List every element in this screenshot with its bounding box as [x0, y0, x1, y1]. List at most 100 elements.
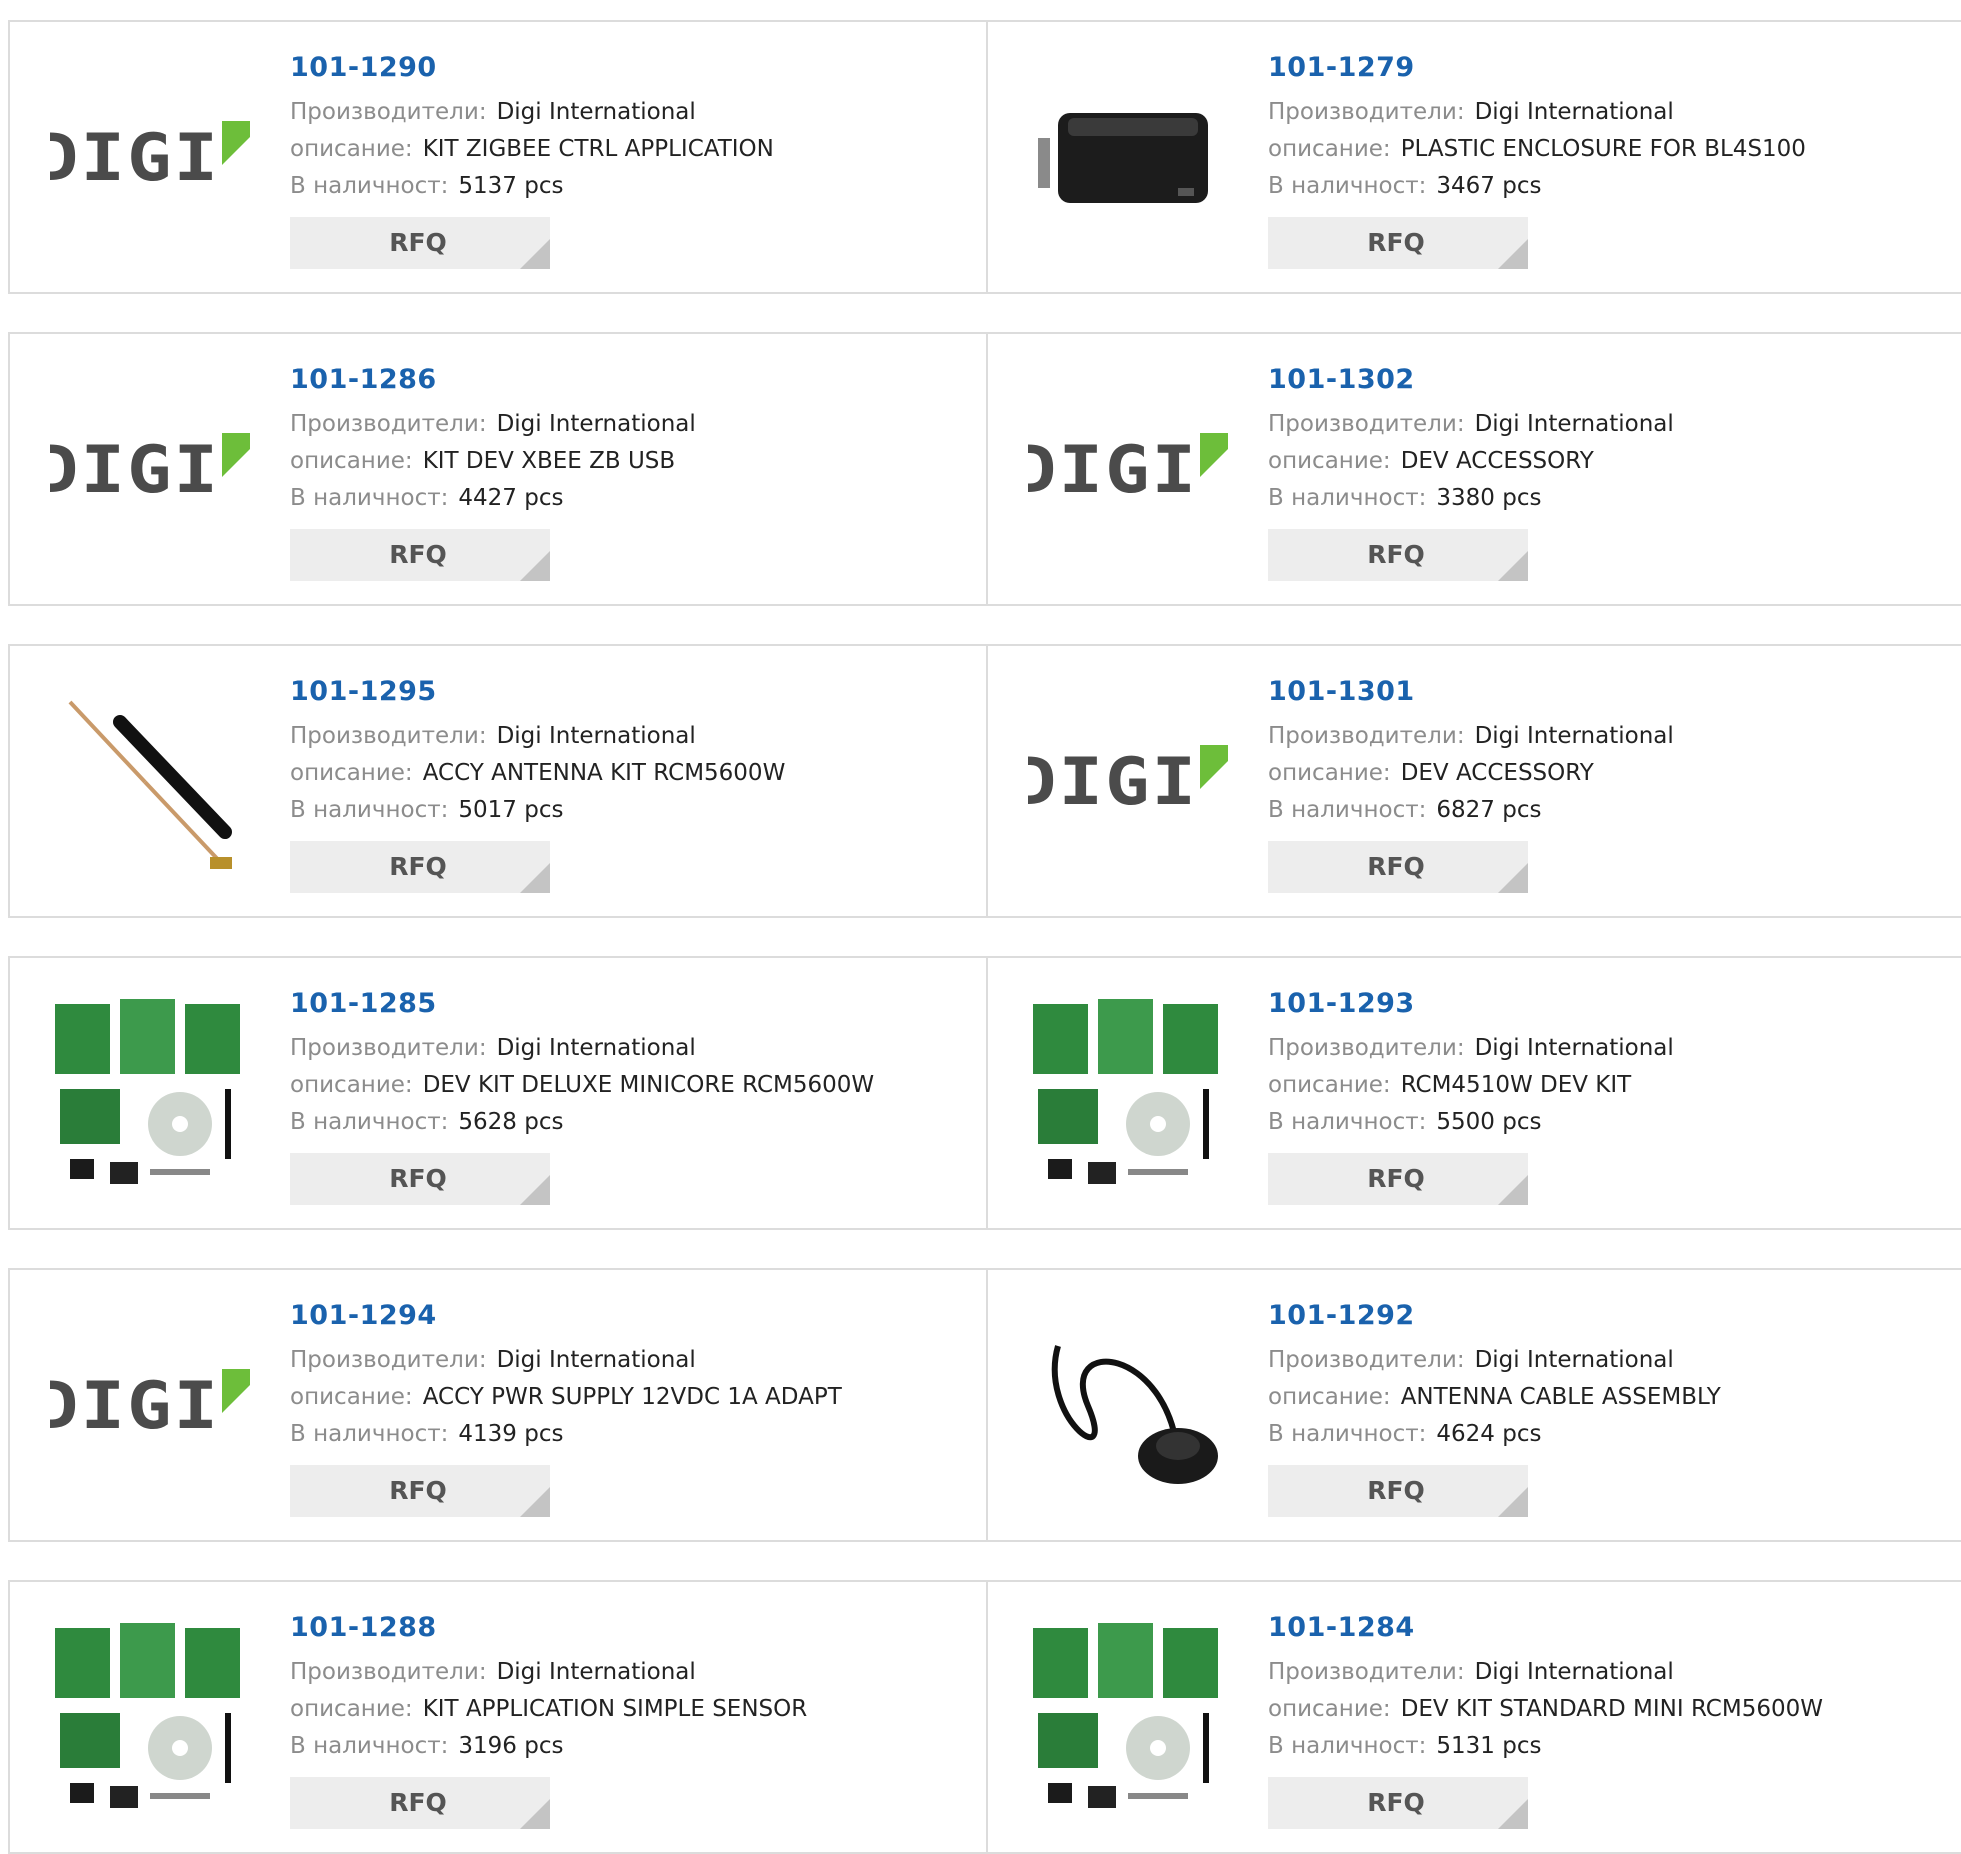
digi-logo-mark [222, 1369, 250, 1413]
corner-triangle-icon [520, 1487, 550, 1517]
part-number-link[interactable]: 101-1286 [290, 362, 696, 398]
digi-logo: DIGI [1028, 427, 1228, 513]
description-label: описание: [290, 1072, 413, 1098]
rfq-button[interactable]: RFQ [290, 841, 550, 893]
description-line: описание: RCM4510W DEV KIT [1268, 1067, 1674, 1104]
stock-value: 5628 pcs [458, 1109, 564, 1135]
manufacturer-label: Производители: [290, 1347, 487, 1373]
description-line: описание: KIT DEV XBEE ZB USB [290, 443, 696, 480]
product-thumbnail[interactable] [1028, 1306, 1228, 1506]
product-card: 101-1288 Производители: Digi International… [8, 1582, 986, 1852]
part-number-link[interactable]: 101-1294 [290, 1298, 842, 1334]
description-line: описание: ACCY ANTENNA KIT RCM5600W [290, 755, 785, 792]
part-number-link[interactable]: 101-1292 [1268, 1298, 1721, 1334]
manufacturer-line: Производители: Digi International [1268, 1030, 1674, 1067]
product-card: DIGI 101-1290 Производители: Digi Internati… [8, 22, 986, 292]
description-label: описание: [290, 448, 413, 474]
rfq-button[interactable]: RFQ [290, 1153, 550, 1205]
product-thumbnail[interactable] [50, 1618, 250, 1818]
rfq-button[interactable]: RFQ [290, 217, 550, 269]
product-thumbnail[interactable] [1028, 58, 1228, 258]
description-label: описание: [1268, 136, 1391, 162]
digi-logo-text: DIGI [50, 120, 221, 196]
description-label: описание: [1268, 1072, 1391, 1098]
description-value: ACCY ANTENNA KIT RCM5600W [422, 760, 786, 786]
dev-kit-photo-image [55, 1623, 240, 1808]
product-card: DIGI 101-1302 Производители: Digi Internati… [986, 334, 1961, 604]
manufacturer-line: Производители: Digi International [1268, 718, 1674, 755]
manufacturer-label: Производители: [290, 1035, 487, 1061]
manufacturer-label: Производители: [290, 723, 487, 749]
antenna-photo-image [68, 700, 232, 869]
rfq-button[interactable]: RFQ [1268, 217, 1528, 269]
stock-value: 3196 pcs [458, 1733, 564, 1759]
part-number-link[interactable]: 101-1279 [1268, 50, 1806, 86]
description-label: описание: [290, 1384, 413, 1410]
part-number-link[interactable]: 101-1295 [290, 674, 785, 710]
stock-label: В наличност: [290, 1109, 449, 1135]
product-thumbnail[interactable] [1028, 1618, 1228, 1818]
product-thumbnail[interactable] [1028, 994, 1228, 1194]
rfq-button[interactable]: RFQ [290, 1777, 550, 1829]
stock-label: В наличност: [1268, 1421, 1427, 1447]
stock-value: 5500 pcs [1436, 1109, 1542, 1135]
product-info: 101-1285 Производители: Digi International… [290, 986, 874, 1205]
part-number-link[interactable]: 101-1288 [290, 1610, 807, 1646]
product-card: DIGI 101-1286 Производители: Digi Internati… [8, 334, 986, 604]
description-line: описание: DEV KIT DELUXE MINICORE RCM5600… [290, 1067, 874, 1104]
manufacturer-value: Digi International [1474, 1347, 1674, 1373]
rfq-button-label: RFQ [1367, 540, 1425, 569]
part-number-link[interactable]: 101-1285 [290, 986, 874, 1022]
stock-value: 4427 pcs [458, 485, 564, 511]
manufacturer-line: Производители: Digi International [290, 406, 696, 443]
product-thumbnail[interactable]: DIGI [1028, 682, 1228, 882]
product-thumbnail[interactable]: DIGI [50, 1306, 250, 1506]
part-number-link[interactable]: 101-1290 [290, 50, 774, 86]
manufacturer-line: Производители: Digi International [290, 1342, 842, 1379]
rfq-button-label: RFQ [389, 852, 447, 881]
product-card: 101-1285 Производители: Digi International… [8, 958, 986, 1228]
digi-logo-mark [1200, 433, 1228, 477]
rfq-button-label: RFQ [1367, 1164, 1425, 1193]
part-number-link[interactable]: 101-1284 [1268, 1610, 1823, 1646]
stock-label: В наличност: [1268, 173, 1427, 199]
manufacturer-value: Digi International [1474, 723, 1674, 749]
manufacturer-line: Производители: Digi International [1268, 1342, 1721, 1379]
stock-line: В наличност: 4139 pcs [290, 1416, 842, 1453]
product-thumbnail[interactable] [50, 994, 250, 1194]
rfq-button[interactable]: RFQ [1268, 1465, 1528, 1517]
rfq-button[interactable]: RFQ [1268, 529, 1528, 581]
description-line: описание: KIT ZIGBEE CTRL APPLICATION [290, 131, 774, 168]
rfq-button-label: RFQ [1367, 852, 1425, 881]
rfq-button[interactable]: RFQ [1268, 1777, 1528, 1829]
stock-value: 4139 pcs [458, 1421, 564, 1447]
rfq-button-label: RFQ [389, 1164, 447, 1193]
manufacturer-label: Производители: [1268, 411, 1465, 437]
part-number-link[interactable]: 101-1293 [1268, 986, 1674, 1022]
product-thumbnail[interactable] [50, 682, 250, 882]
product-thumbnail[interactable]: DIGI [50, 58, 250, 258]
digi-logo-text: DIGI [50, 1368, 221, 1444]
stock-label: В наличност: [290, 1421, 449, 1447]
product-info: 101-1295 Производители: Digi International… [290, 674, 785, 893]
manufacturer-value: Digi International [496, 1659, 696, 1685]
description-label: описание: [1268, 760, 1391, 786]
rfq-button-label: RFQ [389, 228, 447, 257]
manufacturer-label: Производители: [1268, 1347, 1465, 1373]
description-value: KIT ZIGBEE CTRL APPLICATION [422, 136, 774, 162]
manufacturer-value: Digi International [496, 411, 696, 437]
rfq-button[interactable]: RFQ [290, 1465, 550, 1517]
product-thumbnail[interactable]: DIGI [1028, 370, 1228, 570]
manufacturer-value: Digi International [1474, 99, 1674, 125]
part-number-link[interactable]: 101-1301 [1268, 674, 1674, 710]
part-number-link[interactable]: 101-1302 [1268, 362, 1674, 398]
product-thumbnail[interactable]: DIGI [50, 370, 250, 570]
rfq-button[interactable]: RFQ [290, 529, 550, 581]
corner-triangle-icon [1498, 1487, 1528, 1517]
rfq-button[interactable]: RFQ [1268, 1153, 1528, 1205]
manufacturer-label: Производители: [290, 1659, 487, 1685]
description-value: ACCY PWR SUPPLY 12VDC 1A ADAPT [422, 1384, 842, 1410]
rfq-button-label: RFQ [1367, 1476, 1425, 1505]
rfq-button[interactable]: RFQ [1268, 841, 1528, 893]
enclosure-photo-image [1038, 113, 1208, 203]
